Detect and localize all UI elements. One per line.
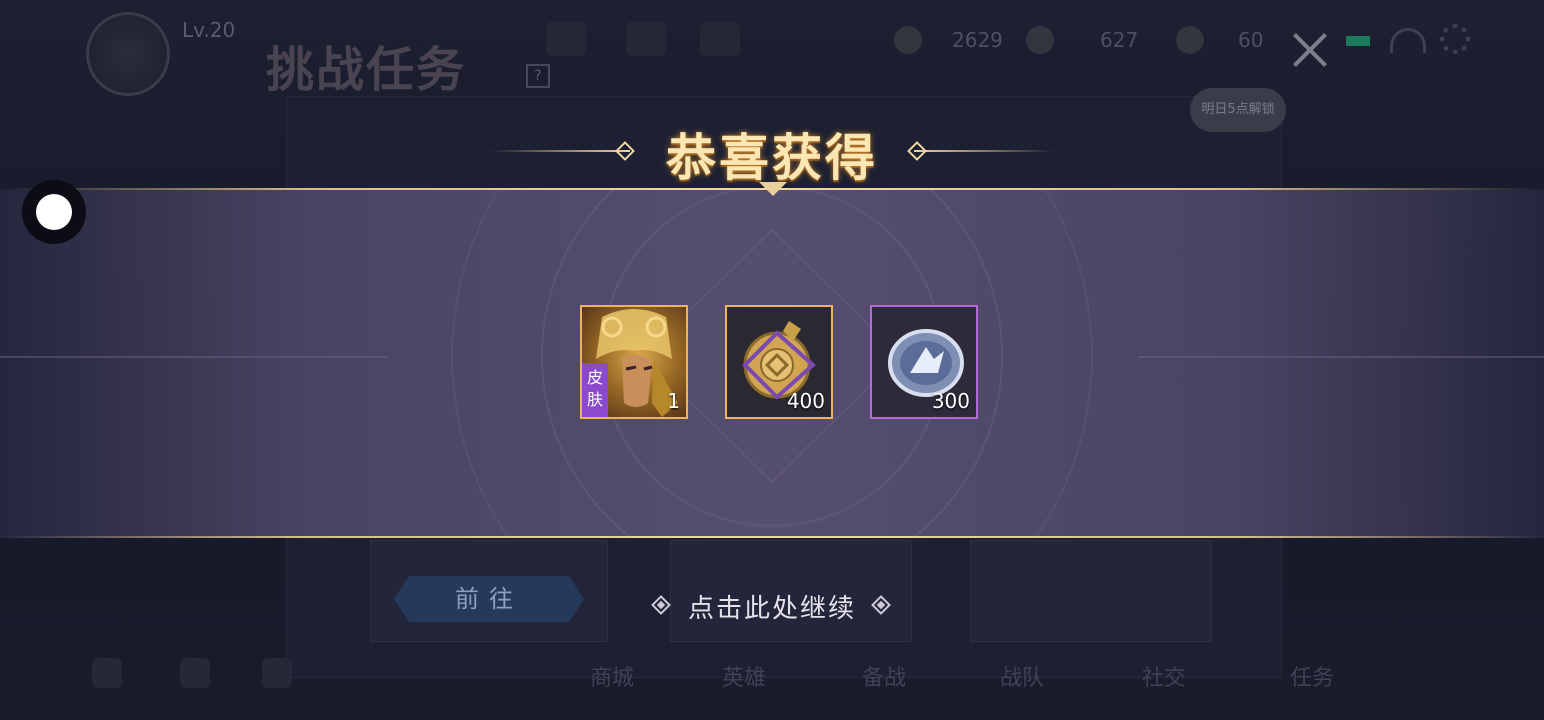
player-level: Lv.20 — [182, 18, 236, 42]
unlock-bubble: 明日5点解锁 — [1190, 88, 1286, 132]
close-icon — [1290, 30, 1330, 70]
diamond-amount: 627 — [1100, 28, 1139, 52]
nav-tasks: 任务 — [1290, 666, 1335, 691]
floating-assist-button[interactable] — [22, 180, 86, 244]
gold-currency-icon — [894, 26, 922, 54]
avatar — [86, 12, 170, 96]
reward-item-silver-coupon[interactable]: 300 — [870, 305, 978, 419]
item-quantity: 300 — [931, 389, 970, 413]
continue-label: 点击此处继续 — [688, 594, 857, 624]
event-icon — [626, 22, 666, 56]
top-bar: Lv.20 挑战任务 ? 2629 627 60 — [0, 0, 1544, 98]
popup-title: 恭喜获得 — [666, 129, 878, 187]
battery-icon — [1346, 36, 1370, 46]
item-quantity: 400 — [786, 389, 825, 413]
goto-button: 前往 — [394, 576, 584, 622]
nav-heroes: 英雄 — [722, 666, 767, 691]
shop-icon — [700, 22, 740, 56]
assist-dot-icon — [36, 194, 72, 230]
title-ornament-right — [914, 150, 1054, 152]
diamond-icon — [871, 595, 891, 615]
nav-team: 战队 — [1000, 666, 1045, 691]
mail-icon — [180, 658, 210, 688]
wifi-icon — [1390, 28, 1426, 53]
nav-prepare: 备战 — [862, 666, 907, 691]
nav-icon — [92, 658, 122, 688]
nav-social: 社交 — [1142, 666, 1187, 691]
task-card — [970, 540, 1212, 642]
reward-item-gold-coin[interactable]: 400 — [725, 305, 833, 419]
gold-amount: 2629 — [952, 28, 1003, 52]
nav-shop: 商城 — [590, 666, 635, 691]
help-icon: ? — [526, 64, 550, 88]
skin-tag: 皮肤 — [582, 363, 608, 417]
item-quantity: 1 — [667, 389, 680, 413]
coupon-amount: 60 — [1238, 28, 1264, 52]
gear-icon — [1440, 24, 1470, 54]
title-pointer-icon — [759, 182, 787, 196]
continue-prompt[interactable]: 点击此处继续 — [648, 582, 894, 626]
diamond-currency-icon — [1026, 26, 1054, 54]
nav-icon — [262, 658, 292, 688]
diamond-icon — [651, 595, 671, 615]
page-title: 挑战任务 — [266, 42, 467, 98]
reward-item-skin[interactable]: 皮肤 1 — [580, 305, 688, 419]
coupon-currency-icon — [1176, 26, 1204, 54]
activity-icon — [546, 22, 586, 56]
band-bottom-line — [0, 536, 1544, 538]
